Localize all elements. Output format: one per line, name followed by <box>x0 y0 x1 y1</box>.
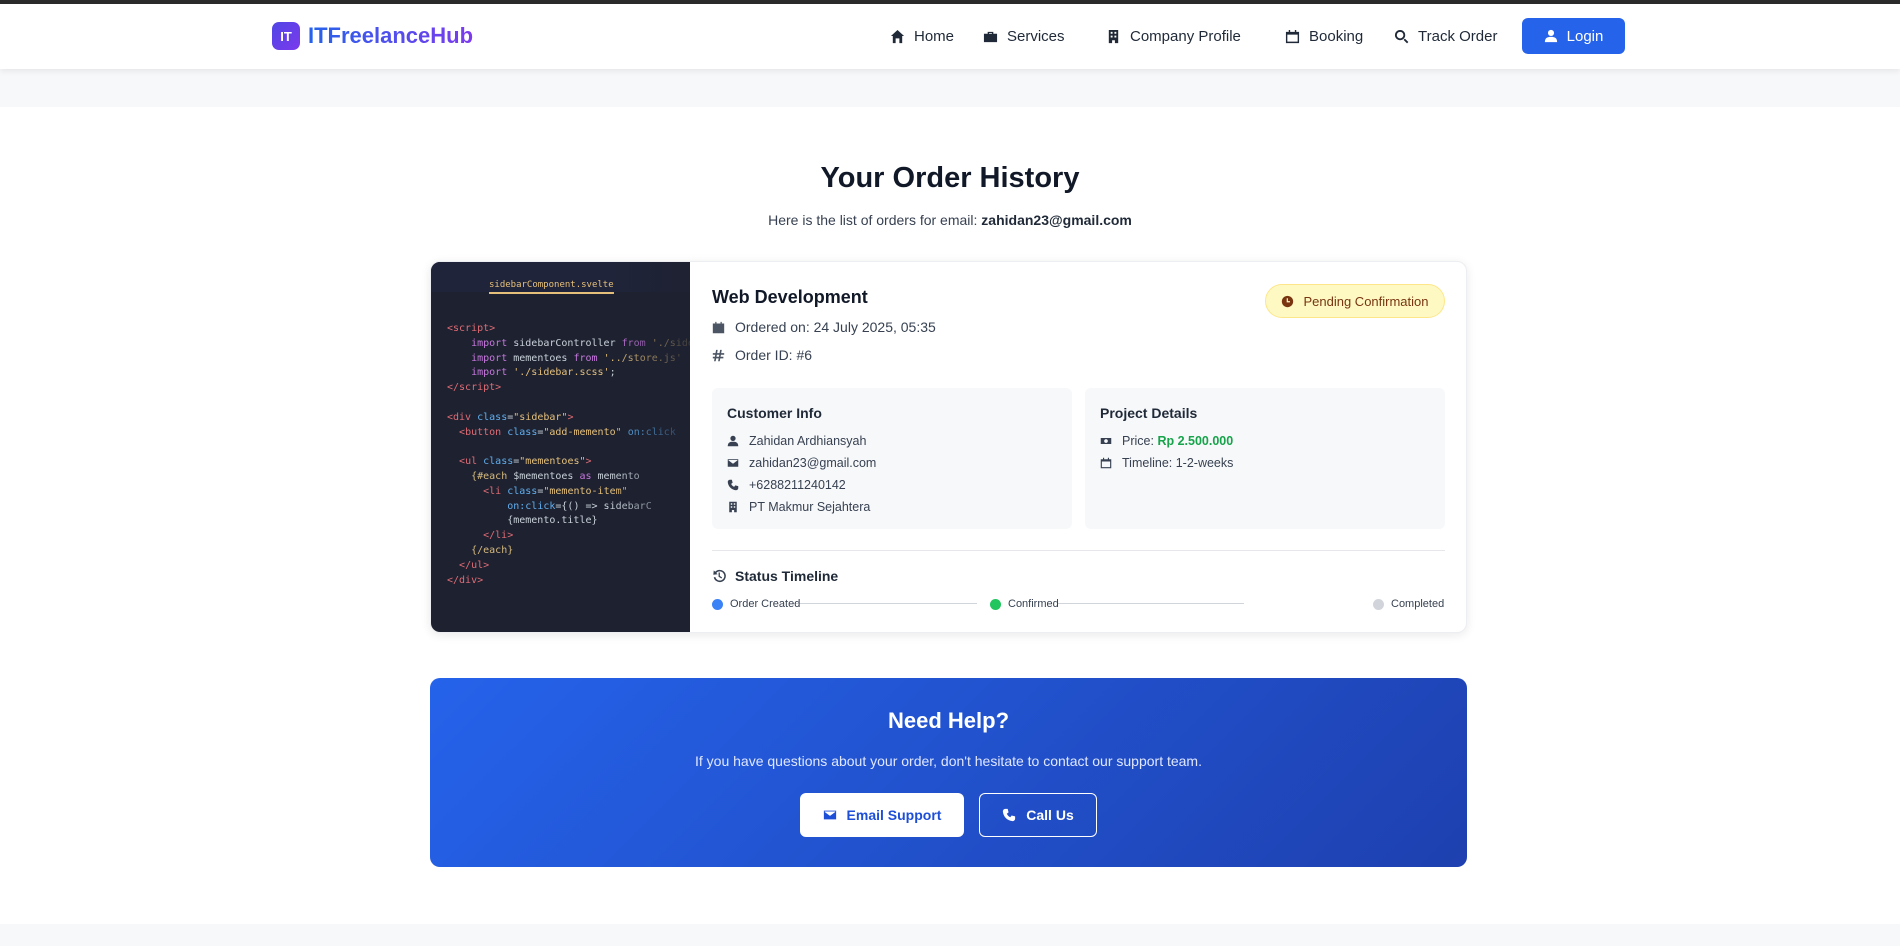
price-value: Rp 2.500.000 <box>1157 434 1234 448</box>
timeline-step-label: Order Created <box>730 598 801 610</box>
project-price: Price: Rp 2.500.000 <box>1100 434 1233 448</box>
project-details-title: Project Details <box>1100 405 1198 421</box>
price-label: Price: <box>1122 434 1158 448</box>
phone-icon <box>1003 808 1016 822</box>
customer-company: PT Makmur Sejahtera <box>727 500 870 514</box>
user-icon <box>1544 29 1557 43</box>
user-icon <box>727 435 739 447</box>
calendar-icon <box>712 321 725 333</box>
nav-track-order-label: Track Order <box>1418 28 1498 45</box>
customer-phone-text: +6288211240142 <box>749 478 846 492</box>
customer-info-title: Customer Info <box>727 405 822 421</box>
brand-logo[interactable]: IT ITFreelanceHub <box>272 22 473 50</box>
customer-name: Zahidan Ardhiansyah <box>727 434 866 448</box>
project-details-panel: Project Details Price: Rp 2.500.000 Time… <box>1085 388 1445 529</box>
clock-icon <box>1282 295 1294 307</box>
nav-booking-label: Booking <box>1309 28 1364 45</box>
nav-booking[interactable]: Booking <box>1285 28 1363 45</box>
call-us-label: Call Us <box>1026 807 1074 823</box>
nav-home[interactable]: Home <box>890 28 954 45</box>
status-badge: Pending Confirmation <box>1265 284 1445 318</box>
customer-phone: +6288211240142 <box>727 478 846 492</box>
email-support-label: Email Support <box>846 807 942 823</box>
money-icon <box>1100 438 1112 444</box>
timeline-step-order-created: Order Created <box>712 598 800 610</box>
status-text: Pending Confirmation <box>1303 293 1429 309</box>
order-date-text: Ordered on: 24 July 2025, 05:35 <box>735 319 936 335</box>
page-title: Your Order History <box>820 162 1080 194</box>
order-card: sidebarComponent.svelte <script> import … <box>430 261 1467 633</box>
image-fade <box>610 262 690 632</box>
footer-spacer <box>0 924 1900 946</box>
help-section: Need Help? If you have questions about y… <box>430 678 1467 867</box>
page-subtitle: Here is the list of orders for email: za… <box>0 212 1900 228</box>
nav-company-profile[interactable]: Company Profile <box>1106 28 1241 45</box>
call-us-button[interactable]: Call Us <box>979 793 1097 837</box>
help-text: If you have questions about your order, … <box>695 753 1202 769</box>
customer-name-text: Zahidan Ardhiansyah <box>749 434 867 448</box>
login-label: Login <box>1566 27 1604 45</box>
timeline-connector <box>1058 603 1244 604</box>
subtitle-email: zahidan23@gmail.com <box>981 212 1132 228</box>
service-image: sidebarComponent.svelte <script> import … <box>431 262 690 632</box>
service-title: Web Development <box>712 287 868 307</box>
timeline-dot <box>712 598 723 610</box>
status-timeline-title: Status Timeline <box>712 568 838 584</box>
project-timeline: Timeline: 1-2-weeks <box>1100 456 1233 470</box>
help-title: Need Help? <box>887 708 1010 733</box>
customer-company-text: PT Makmur Sejahtera <box>749 500 871 514</box>
login-button[interactable]: Login <box>1522 18 1625 54</box>
nav-services-label: Services <box>1007 28 1065 45</box>
header-spacer <box>0 69 1900 107</box>
order-id-text: Order ID: #6 <box>735 347 813 363</box>
nav-track-order[interactable]: Track Order <box>1394 28 1497 45</box>
timeline-text: Timeline: 1-2-weeks <box>1122 456 1234 470</box>
hash-icon <box>712 349 725 361</box>
email-support-button[interactable]: Email Support <box>800 793 964 837</box>
nav-services[interactable]: Services <box>983 28 1065 45</box>
timeline-step-label: Confirmed <box>1008 598 1059 610</box>
history-icon <box>713 569 726 583</box>
subtitle-prefix: Here is the list of orders for email: <box>768 212 982 228</box>
home-icon <box>890 29 905 44</box>
timeline-dot <box>1373 598 1384 610</box>
search-icon <box>1394 29 1409 44</box>
calendar-icon <box>1285 29 1300 44</box>
envelope-icon <box>727 459 739 467</box>
calendar-icon <box>1100 457 1112 469</box>
timeline-step-label: Completed <box>1391 598 1445 610</box>
brand-badge: IT <box>272 22 300 50</box>
order-details: Web Development Ordered on: 24 July 2025… <box>690 262 1466 632</box>
briefcase-icon <box>983 31 998 43</box>
brand-name: ITFreelanceHub <box>308 23 474 48</box>
code-tab-label: sidebarComponent.svelte <box>489 280 614 294</box>
customer-email: zahidan23@gmail.com <box>727 456 876 470</box>
timeline-step-completed: Completed <box>1373 598 1444 610</box>
customer-email-text: zahidan23@gmail.com <box>749 456 877 470</box>
timeline-step-confirmed: Confirmed <box>990 598 1059 610</box>
building-icon <box>1108 29 1119 44</box>
order-date: Ordered on: 24 July 2025, 05:35 <box>712 319 936 335</box>
divider <box>712 550 1445 551</box>
nav-home-label: Home <box>914 28 955 45</box>
nav-company-profile-label: Company Profile <box>1130 28 1241 45</box>
timeline-connector <box>792 603 977 604</box>
building-icon <box>729 501 737 513</box>
navbar: IT ITFreelanceHub Home Services Company … <box>0 4 1900 69</box>
order-id: Order ID: #6 <box>712 347 812 363</box>
status-timeline-label: Status Timeline <box>735 568 839 584</box>
customer-info-panel: Customer Info Zahidan Ardhiansyah zahida… <box>712 388 1072 529</box>
phone-icon <box>727 479 739 491</box>
timeline-dot <box>990 598 1001 610</box>
envelope-icon <box>823 810 836 820</box>
